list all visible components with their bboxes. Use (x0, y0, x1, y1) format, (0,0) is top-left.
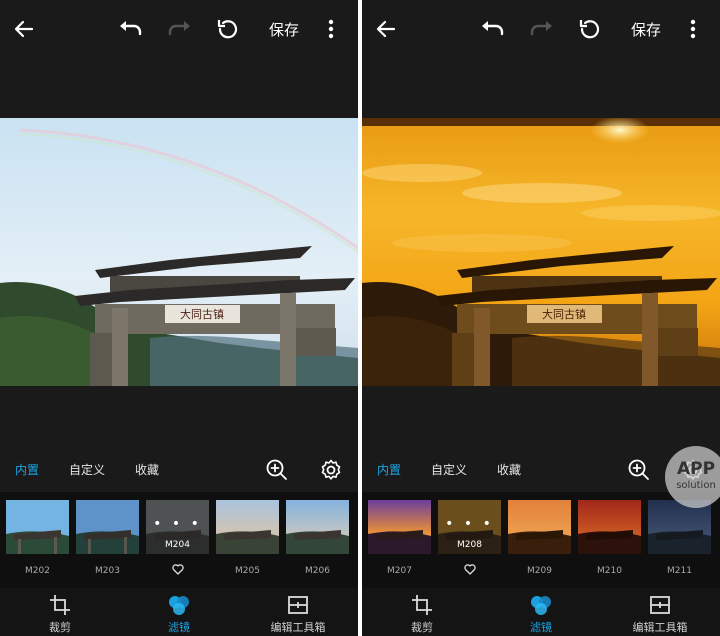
filter-thumb[interactable] (216, 500, 279, 554)
nav-toolbox-label: 编辑工具箱 (632, 621, 688, 634)
filter-thumb[interactable] (76, 500, 139, 554)
tab-custom[interactable]: 自定义 (431, 456, 467, 484)
nav-filters[interactable]: 滤镜 (134, 592, 224, 636)
nav-crop[interactable]: 裁剪 (377, 592, 467, 636)
filter-category-tabs: 内置 自定义 收藏 (0, 456, 358, 484)
photo-preview-filtered: 大同古镇 (362, 118, 720, 386)
watermark-badge: APP solution (665, 446, 720, 508)
photo-preview: 大同古镇 (0, 118, 358, 386)
back-button[interactable] (371, 14, 401, 44)
favorite-button[interactable] (438, 564, 501, 575)
save-button[interactable]: 保存 (626, 14, 666, 44)
favorite-button[interactable] (146, 564, 209, 575)
nav-crop[interactable]: 裁剪 (15, 592, 105, 636)
toolbox-icon (650, 596, 670, 614)
reset-icon (217, 20, 238, 39)
tab-builtin[interactable]: 内置 (377, 456, 401, 484)
filter-thumb[interactable] (368, 500, 431, 554)
more-vertical-icon (328, 19, 334, 39)
zoom-in-icon (628, 459, 649, 480)
plaque-text: 大同古镇 (542, 307, 586, 321)
filter-thumb[interactable] (578, 500, 641, 554)
bottom-nav: 裁剪 滤镜 编辑工具箱 (362, 588, 720, 636)
back-arrow-icon (14, 20, 34, 38)
nav-toolbox-label: 编辑工具箱 (270, 621, 326, 634)
back-arrow-icon (376, 20, 396, 38)
filter-label: M202 (25, 566, 50, 576)
filter-label: M211 (667, 566, 692, 576)
reset-icon (579, 20, 600, 39)
filter-label: M206 (305, 566, 330, 576)
back-button[interactable] (9, 14, 39, 44)
more-options-button[interactable] (316, 14, 346, 44)
settings-button[interactable] (317, 456, 345, 484)
redo-button[interactable] (526, 14, 556, 44)
reset-button[interactable] (213, 14, 243, 44)
redo-button[interactable] (164, 14, 194, 44)
save-button[interactable]: 保存 (264, 14, 304, 44)
reset-button[interactable] (575, 14, 605, 44)
crop-icon (412, 595, 432, 615)
filter-thumb[interactable] (508, 500, 571, 554)
tab-custom[interactable]: 自定义 (69, 456, 105, 484)
top-toolbar: 保存 (362, 0, 720, 58)
toolbox-icon (288, 596, 308, 614)
filter-label: M210 (597, 566, 622, 576)
nav-crop-label: 裁剪 (411, 621, 433, 634)
nav-filters[interactable]: 滤镜 (496, 592, 586, 636)
more-options-button[interactable] (678, 14, 708, 44)
filter-circles-icon (531, 596, 551, 615)
filter-strip: M207 • • • M208 M209 M210 M211 (362, 492, 720, 588)
gear-icon (321, 459, 341, 480)
filter-thumb[interactable] (6, 500, 69, 554)
undo-button[interactable] (116, 14, 146, 44)
phone-screen-original: 保存 大同古镇 内置 自定义 收藏 M202 M203 • • • M204 M… (0, 0, 358, 636)
zoom-in-button[interactable] (625, 456, 653, 484)
watermark-bottom: solution (676, 480, 716, 491)
phone-screen-filtered: 保存 大同古镇 内置 自定义 收藏 M207 • • • M208 M209 M… (362, 0, 720, 636)
undo-icon (482, 21, 504, 36)
redo-icon (530, 21, 552, 36)
tab-favorites[interactable]: 收藏 (135, 456, 159, 484)
nav-toolbox[interactable]: 编辑工具箱 (253, 592, 343, 636)
filter-label: M203 (95, 566, 120, 576)
zoom-in-icon (266, 459, 287, 480)
nav-toolbox[interactable]: 编辑工具箱 (615, 592, 705, 636)
crop-icon (50, 595, 70, 615)
heart-icon (463, 564, 476, 575)
zoom-in-button[interactable] (263, 456, 291, 484)
top-toolbar: 保存 (0, 0, 358, 58)
filter-circles-icon (169, 596, 189, 615)
filter-label: M207 (387, 566, 412, 576)
more-dots-icon[interactable]: • • • (146, 516, 209, 532)
filter-label: M204 (165, 540, 190, 550)
nav-crop-label: 裁剪 (49, 621, 71, 634)
redo-icon (168, 21, 190, 36)
heart-icon (171, 564, 184, 575)
watermark-top: APP (676, 459, 716, 479)
filter-strip: M202 M203 • • • M204 M205 M206 (0, 492, 358, 588)
more-dots-icon[interactable]: • • • (438, 516, 501, 532)
nav-filters-label: 滤镜 (168, 621, 190, 634)
undo-button[interactable] (478, 14, 508, 44)
filter-thumb[interactable] (648, 500, 711, 554)
bottom-nav: 裁剪 滤镜 编辑工具箱 (0, 588, 358, 636)
undo-icon (120, 21, 142, 36)
more-vertical-icon (690, 19, 696, 39)
filter-label: M208 (457, 540, 482, 550)
filter-label: M209 (527, 566, 552, 576)
nav-filters-label: 滤镜 (530, 621, 552, 634)
tab-favorites[interactable]: 收藏 (497, 456, 521, 484)
filter-thumb[interactable] (286, 500, 349, 554)
plaque-text: 大同古镇 (180, 307, 224, 321)
filter-label: M205 (235, 566, 260, 576)
tab-builtin[interactable]: 内置 (15, 456, 39, 484)
